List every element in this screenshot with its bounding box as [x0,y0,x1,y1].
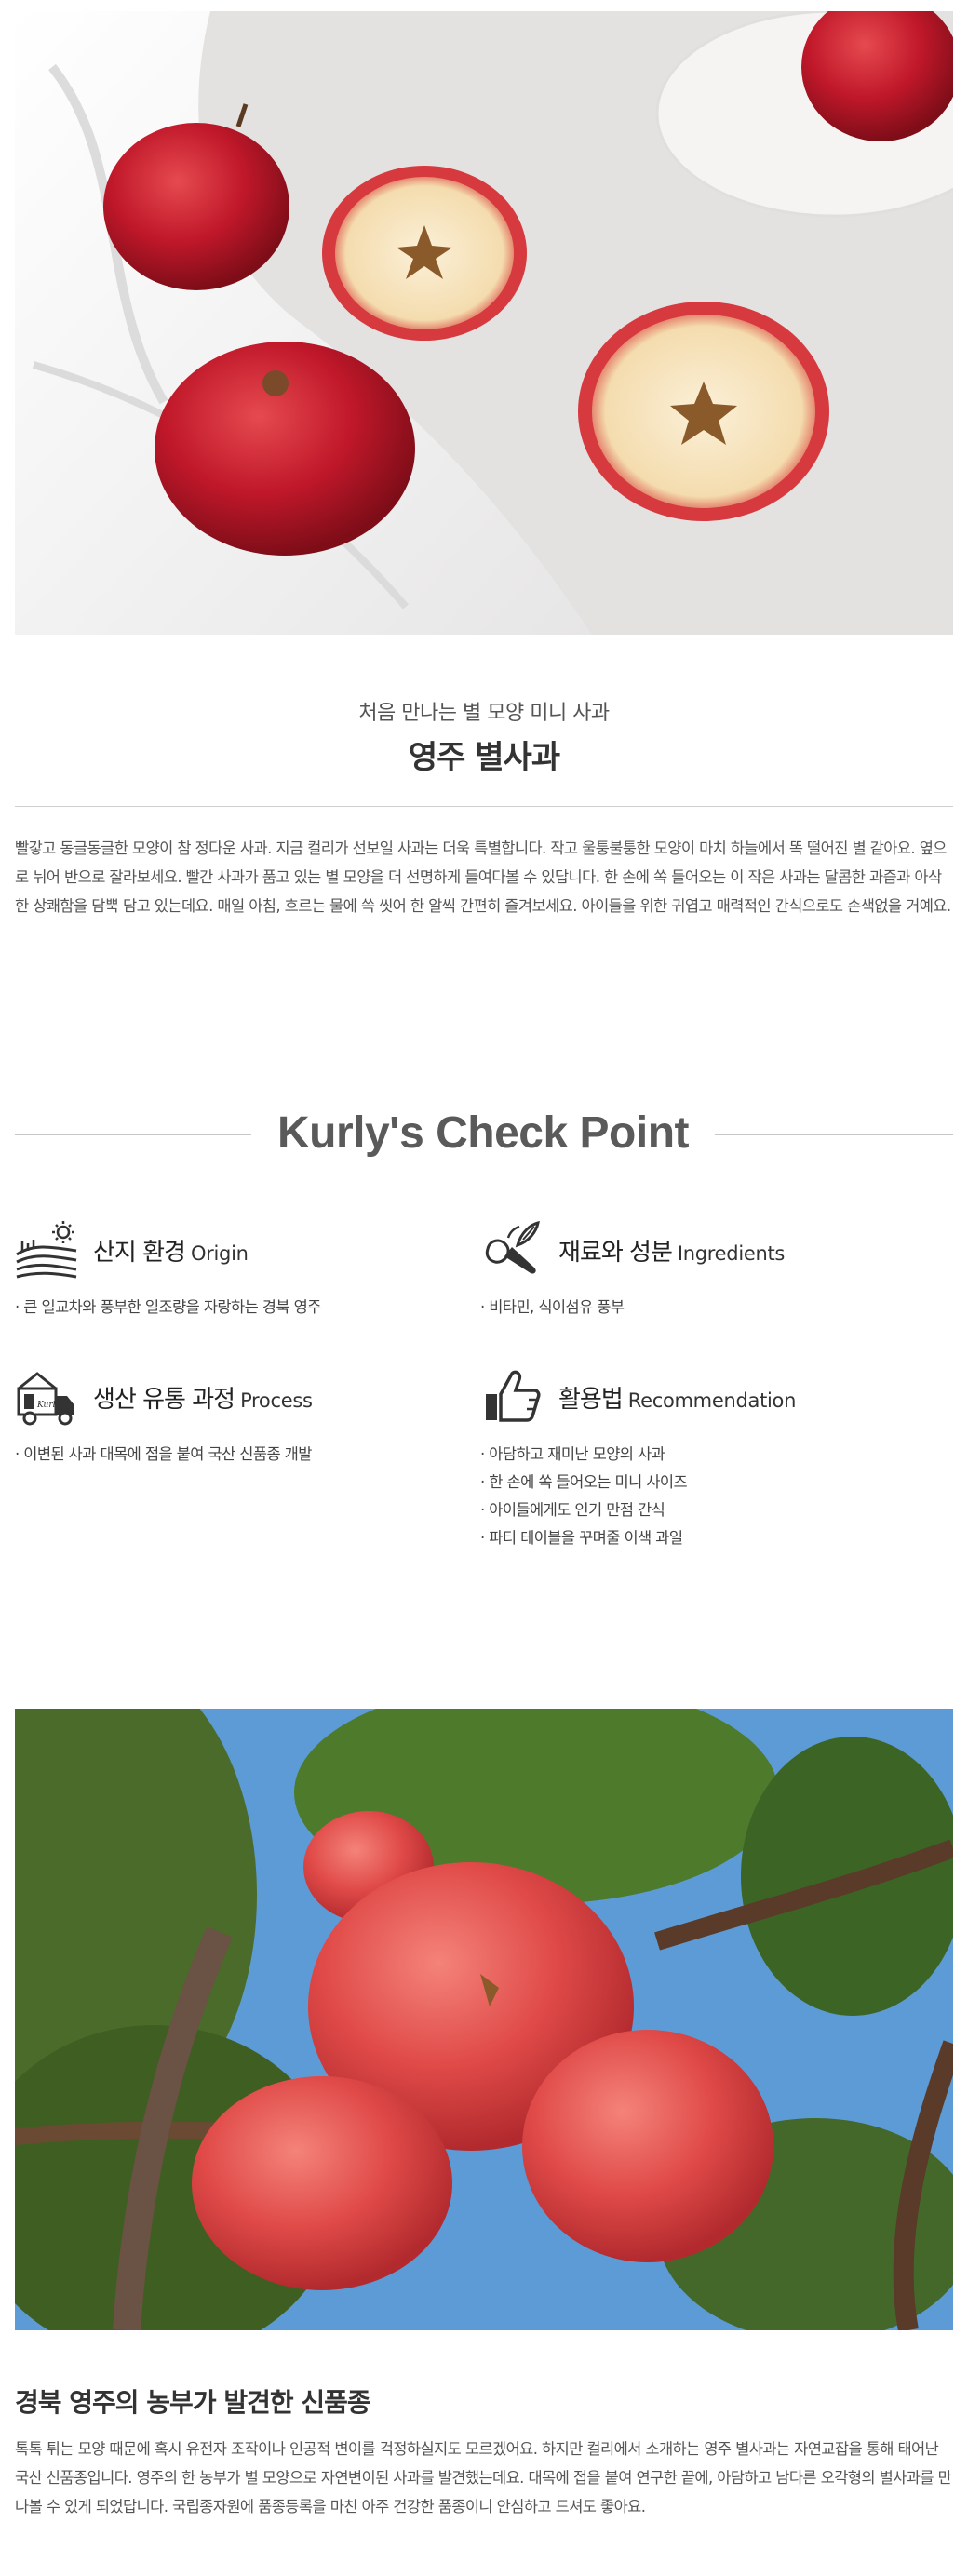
origin-item-text: 큰 일교차와 풍부한 일조량을 자랑하는 경북 영주 [23,1298,321,1316]
product-detail-page: 처음 만나는 별 모양 미니 사과 영주 별사과 빨갛고 동글동글한 모양이 참… [0,0,968,2576]
list-item: · 이변된 사과 대목에 접을 붙여 국산 신품종 개발 [15,1445,312,1463]
intro-description: 빨갛고 동글동글한 모양이 참 정다운 사과. 지금 컬리가 선보일 사과는 더… [15,839,951,915]
farm-field-sun-icon [15,1219,78,1281]
farm-section-title: 경북 영주의 농부가 발견한 신품종 [15,2387,371,2418]
list-item: · 큰 일교차와 풍부한 일조량을 자랑하는 경북 영주 [15,1298,321,1316]
ingredients-label: 재료와 성분 Ingredients [558,1233,785,1268]
intro-subtitle: 처음 만나는 별 모양 미니 사과 [358,702,610,725]
recommendation-item-text: 아담하고 재미난 모양의 사과 [489,1445,666,1463]
svg-text:Kurly: Kurly [36,1401,61,1410]
process-items: · 이변된 사과 대목에 접을 붙여 국산 신품종 개발 [15,1441,462,1469]
origin-label-ko: 산지 환경 [93,1238,186,1267]
check-point-process: Kurly 생산 유통 과정 Process · 이변된 사과 대목에 접을 붙여… [15,1366,462,1469]
ingredients-label-en: Ingredients [677,1241,786,1265]
check-point-recommendation: 활용법 Recommendation · 아담하고 재미난 모양의 사과 · 한 … [480,1366,927,1552]
orchard-apple-photo [15,1709,953,2330]
recommendation-label-ko: 활용법 [558,1385,624,1414]
product-title: 영주 별사과 [408,739,560,776]
process-label-en: Process [240,1389,313,1412]
process-item-text: 이변된 사과 대목에 접을 붙여 국산 신품종 개발 [23,1445,312,1463]
ingredients-items: · 비타민, 식이섬유 풍부 [480,1294,927,1322]
process-label: 생산 유통 과정 Process [93,1380,313,1415]
origin-items: · 큰 일교차와 풍부한 일조량을 자랑하는 경북 영주 [15,1294,462,1322]
check-point-origin: 산지 환경 Origin · 큰 일교차와 풍부한 일조량을 자랑하는 경북 영주 [15,1219,462,1322]
check-point-ingredients: 재료와 성분 Ingredients · 비타민, 식이섬유 풍부 [480,1219,927,1322]
recommendation-items: · 아담하고 재미난 모양의 사과 · 한 손에 쏙 들어오는 미니 사이즈 ·… [480,1441,927,1552]
list-item: · 비타민, 식이섬유 풍부 [480,1298,625,1316]
thumbs-up-icon [480,1366,544,1428]
list-item: · 한 손에 쏙 들어오는 미니 사이즈 [480,1473,688,1491]
check-point-title: Kurly's Check Point [276,1108,690,1158]
vegetables-icon [480,1219,544,1281]
list-item: · 파티 테이블을 꾸며줄 이색 과일 [480,1529,683,1547]
hero-apple-photo [15,11,953,635]
divider [15,806,953,807]
recommendation-label-en: Recommendation [627,1389,797,1412]
list-item: · 아담하고 재미난 모양의 사과 [480,1445,666,1463]
process-label-ko: 생산 유통 과정 [93,1385,235,1414]
origin-label: 산지 환경 Origin [93,1233,249,1268]
recommendation-item-text: 한 손에 쏙 들어오는 미니 사이즈 [489,1473,688,1491]
recommendation-item-text: 파티 테이블을 꾸며줄 이색 과일 [489,1529,683,1547]
divider-right [715,1134,953,1135]
recommendation-item-text: 아이들에게도 인기 만점 간식 [489,1501,666,1519]
list-item: · 아이들에게도 인기 만점 간식 [480,1501,666,1519]
ingredients-item-text: 비타민, 식이섬유 풍부 [489,1298,625,1316]
farm-section-description: 톡톡 튀는 모양 때문에 혹시 유전자 조작이나 인공적 변이를 걱정하실지도 … [15,2440,952,2516]
recommendation-label: 활용법 Recommendation [558,1380,796,1415]
divider-left [15,1134,251,1135]
delivery-truck-icon: Kurly [15,1366,78,1428]
origin-label-en: Origin [190,1241,249,1265]
ingredients-label-ko: 재료와 성분 [558,1238,673,1267]
